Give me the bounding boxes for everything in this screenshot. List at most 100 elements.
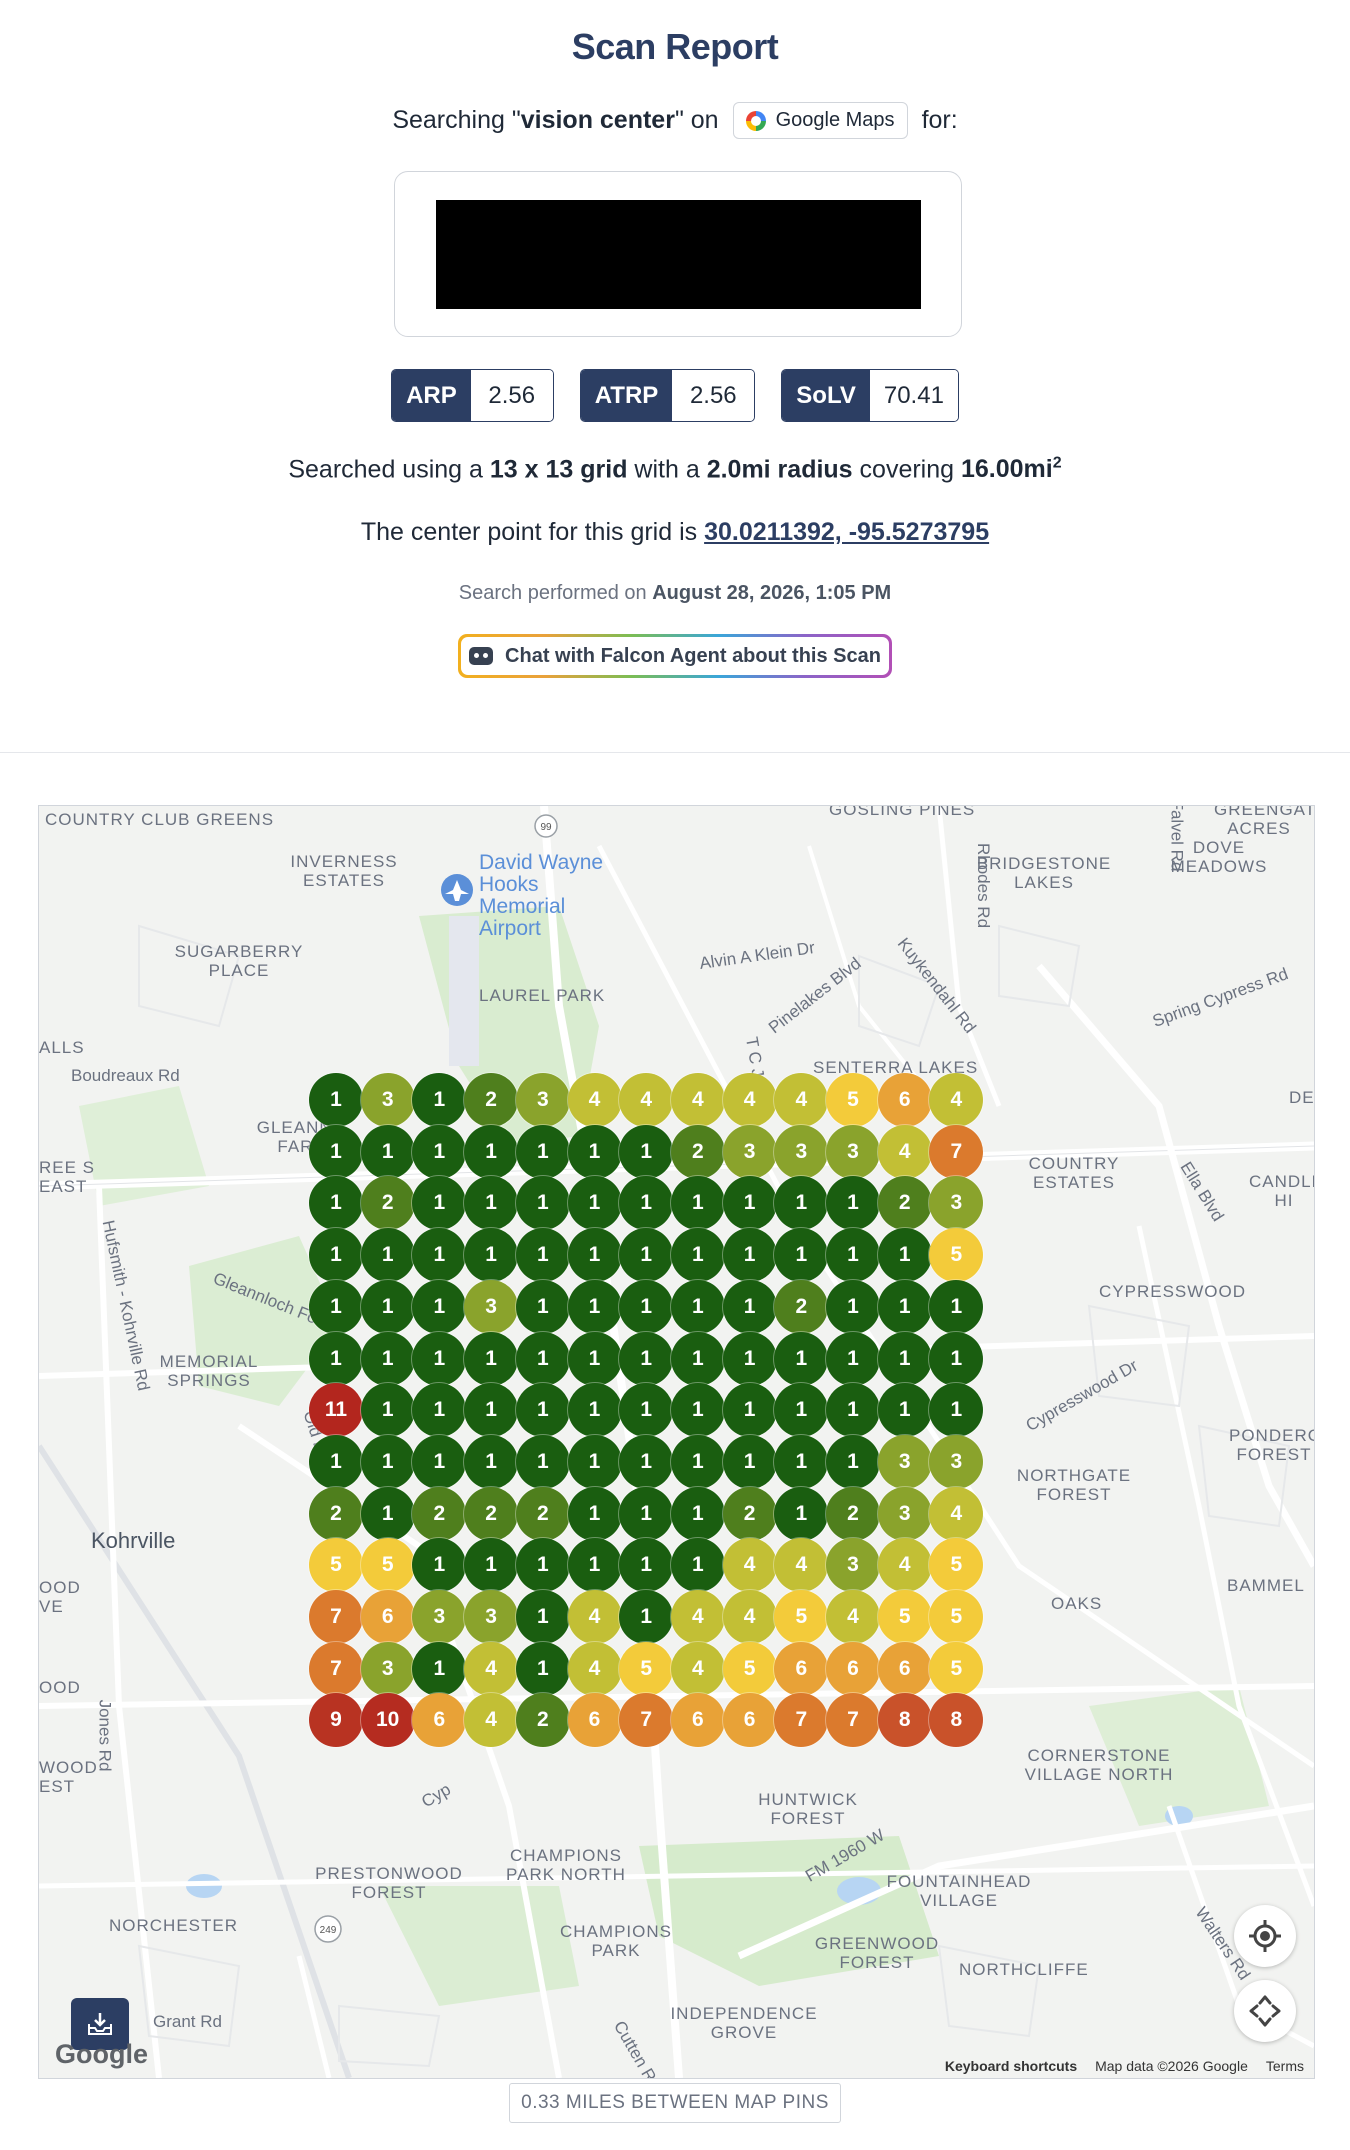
rank-pin[interactable]: 1 [722, 1434, 777, 1489]
rank-pin[interactable]: 1 [515, 1279, 570, 1334]
rank-pin[interactable]: 1 [619, 1434, 674, 1489]
rank-pin[interactable]: 5 [722, 1641, 777, 1696]
rank-pin[interactable]: 1 [774, 1486, 829, 1541]
rank-pin[interactable]: 1 [360, 1228, 415, 1283]
rank-pin[interactable]: 2 [464, 1073, 519, 1127]
rank-pin[interactable]: 2 [877, 1176, 932, 1231]
rank-pin[interactable]: 2 [670, 1124, 725, 1179]
rank-pin[interactable]: 1 [464, 1538, 519, 1593]
rank-pin[interactable]: 3 [360, 1073, 415, 1127]
rank-pin[interactable]: 1 [567, 1331, 622, 1386]
rank-pin[interactable]: 4 [722, 1590, 777, 1644]
rank-pin[interactable]: 7 [309, 1641, 363, 1696]
rank-pin[interactable]: 3 [774, 1124, 829, 1179]
rank-pin[interactable]: 5 [774, 1590, 829, 1644]
rank-pin[interactable]: 1 [670, 1434, 725, 1489]
rank-pin[interactable]: 1 [464, 1434, 519, 1489]
rank-pin[interactable]: 1 [826, 1383, 880, 1438]
rank-pin[interactable]: 7 [826, 1693, 880, 1748]
rank-pin[interactable]: 1 [515, 1176, 570, 1231]
rank-pin[interactable]: 6 [877, 1073, 932, 1127]
rank-pin[interactable]: 4 [929, 1486, 984, 1541]
rank-pin[interactable]: 1 [722, 1279, 777, 1334]
rank-pin[interactable]: 1 [412, 1434, 467, 1489]
rank-pin[interactable]: 6 [826, 1641, 880, 1696]
rank-pin[interactable]: 2 [464, 1486, 519, 1541]
rank-pin[interactable]: 1 [670, 1279, 725, 1334]
rank-pin[interactable]: 1 [412, 1331, 467, 1386]
rank-pin[interactable]: 1 [515, 1641, 570, 1696]
rank-pin[interactable]: 1 [670, 1331, 725, 1386]
rank-pin[interactable]: 7 [929, 1124, 984, 1179]
rank-pin[interactable]: 1 [670, 1383, 725, 1438]
rank-pin[interactable]: 4 [619, 1073, 674, 1127]
rank-pin[interactable]: 1 [670, 1538, 725, 1593]
rank-pin[interactable]: 4 [826, 1590, 880, 1644]
rank-pin[interactable]: 1 [515, 1228, 570, 1283]
rank-pin[interactable]: 1 [360, 1331, 415, 1386]
rank-pin[interactable]: 3 [464, 1279, 519, 1334]
rank-pin[interactable]: 1 [515, 1331, 570, 1386]
rank-pin[interactable]: 4 [567, 1590, 622, 1644]
rank-pin[interactable]: 1 [360, 1279, 415, 1334]
rank-pin[interactable]: 1 [360, 1383, 415, 1438]
rank-pin[interactable]: 4 [774, 1073, 829, 1127]
rank-pin[interactable]: 1 [670, 1228, 725, 1283]
rank-pin[interactable]: 1 [309, 1073, 363, 1127]
rank-pin[interactable]: 1 [619, 1331, 674, 1386]
rank-pin[interactable]: 1 [670, 1486, 725, 1541]
rank-pin[interactable]: 1 [567, 1434, 622, 1489]
rank-pin[interactable]: 1 [722, 1176, 777, 1231]
rank-pin[interactable]: 6 [567, 1693, 622, 1748]
rank-pin[interactable]: 4 [722, 1073, 777, 1127]
rank-pin[interactable]: 10 [360, 1693, 415, 1748]
rank-pin[interactable]: 6 [877, 1641, 932, 1696]
rank-pin[interactable]: 6 [722, 1693, 777, 1748]
rank-pin[interactable]: 1 [567, 1279, 622, 1334]
rank-pin[interactable]: 1 [464, 1383, 519, 1438]
rank-pin[interactable]: 3 [929, 1434, 984, 1489]
rank-pin[interactable]: 1 [412, 1124, 467, 1179]
rank-pin[interactable]: 2 [360, 1176, 415, 1231]
rank-pin[interactable]: 1 [309, 1331, 363, 1386]
rank-pin[interactable]: 1 [722, 1383, 777, 1438]
rank-pin[interactable]: 1 [360, 1486, 415, 1541]
chat-falcon-button[interactable]: Chat with Falcon Agent about this Scan [458, 634, 892, 678]
rank-pin[interactable]: 1 [619, 1383, 674, 1438]
rank-pin[interactable]: 1 [619, 1486, 674, 1541]
rank-pin[interactable]: 1 [309, 1124, 363, 1179]
rank-pin[interactable]: 1 [929, 1279, 984, 1334]
rank-pin[interactable]: 2 [826, 1486, 880, 1541]
rank-pin[interactable]: 1 [619, 1590, 674, 1644]
rank-pin[interactable]: 1 [826, 1279, 880, 1334]
rank-pin[interactable]: 3 [464, 1590, 519, 1644]
rank-pin[interactable]: 1 [722, 1331, 777, 1386]
keyboard-shortcuts-link[interactable]: Keyboard shortcuts [945, 2058, 1077, 2074]
rank-pin[interactable]: 4 [877, 1538, 932, 1593]
rank-pin[interactable]: 6 [360, 1590, 415, 1644]
rank-pin[interactable]: 1 [567, 1383, 622, 1438]
rank-pin[interactable]: 1 [515, 1383, 570, 1438]
rank-pin[interactable]: 5 [877, 1590, 932, 1644]
rank-pin[interactable]: 2 [515, 1486, 570, 1541]
rank-pin[interactable]: 4 [567, 1073, 622, 1127]
rank-pin[interactable]: 1 [309, 1176, 363, 1231]
rank-pin[interactable]: 1 [670, 1176, 725, 1231]
rank-pin[interactable]: 5 [360, 1538, 415, 1593]
rank-pin[interactable]: 5 [619, 1641, 674, 1696]
rank-pin[interactable]: 1 [515, 1538, 570, 1593]
rank-pin[interactable]: 1 [774, 1228, 829, 1283]
rank-pin[interactable]: 2 [722, 1486, 777, 1541]
rank-pin[interactable]: 2 [412, 1486, 467, 1541]
rank-pin[interactable]: 1 [515, 1124, 570, 1179]
rank-pin[interactable]: 1 [929, 1331, 984, 1386]
rank-pin[interactable]: 1 [412, 1073, 467, 1127]
rank-pin[interactable]: 1 [309, 1434, 363, 1489]
rank-pin[interactable]: 3 [722, 1124, 777, 1179]
rank-pin[interactable]: 1 [826, 1331, 880, 1386]
rank-pin[interactable]: 3 [515, 1073, 570, 1127]
rank-pin[interactable]: 8 [877, 1693, 932, 1748]
rank-pin[interactable]: 1 [464, 1331, 519, 1386]
rank-pin[interactable]: 1 [464, 1228, 519, 1283]
rank-pin[interactable]: 1 [567, 1486, 622, 1541]
